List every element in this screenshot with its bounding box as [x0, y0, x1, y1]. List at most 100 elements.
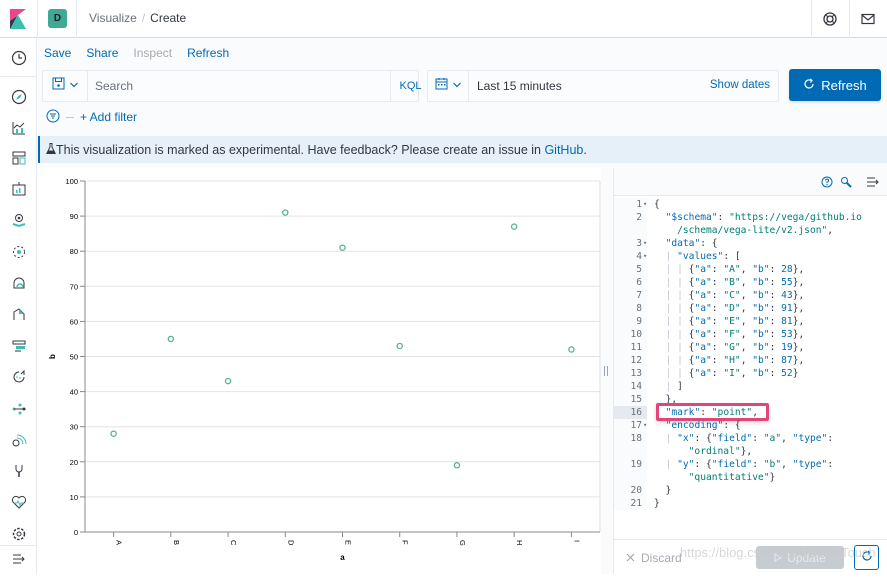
code-line[interactable]: 9 | | {"a": "E", "b": 81}, — [614, 315, 887, 328]
x-tick-label: I — [572, 540, 581, 542]
menu-share[interactable]: Share — [86, 46, 118, 60]
maps-icon[interactable] — [10, 211, 27, 228]
line-number: 14 — [630, 381, 642, 392]
canvas-icon[interactable] — [10, 180, 27, 197]
code-line[interactable]: 2 "$schema": "https://vega/github.io — [614, 211, 887, 224]
saved-query-button[interactable] — [43, 71, 88, 101]
data-point[interactable] — [110, 430, 117, 437]
code-text: "data": { — [665, 238, 718, 249]
fold-toggle-icon[interactable]: ▾ — [643, 250, 647, 263]
management-icon[interactable] — [10, 525, 27, 542]
code-line[interactable]: 10 | | {"a": "F", "b": 53}, — [614, 328, 887, 341]
fold-toggle-icon[interactable]: ▾ — [643, 237, 647, 250]
breadcrumb-visualize[interactable]: Visualize — [89, 11, 137, 25]
code-line[interactable]: 7 | | {"a": "C", "b": 43}, — [614, 289, 887, 302]
y-tick-label: 0 — [74, 528, 78, 537]
panel-resize-handle[interactable] — [604, 366, 608, 376]
code-text: | | {"a": "G", "b": 19}, — [665, 342, 805, 353]
auto-apply-refresh-button[interactable] — [854, 545, 879, 570]
code-text: "quantitative"} — [688, 472, 776, 483]
kql-language-button[interactable]: KQL — [390, 71, 430, 101]
menu-save[interactable]: Save — [44, 46, 71, 60]
collapse-editor-icon[interactable] — [866, 175, 880, 189]
code-line[interactable]: 19 | "y": {"field": "b", "type": — [614, 458, 887, 471]
discover-icon[interactable] — [10, 88, 27, 105]
menu-inspect[interactable]: Inspect — [133, 46, 172, 60]
refresh-icon — [861, 549, 873, 567]
code-line[interactable]: 4 ▾ | "values": [ — [614, 250, 887, 263]
code-text: { — [654, 199, 660, 210]
code-line[interactable]: 3 ▾ "data": { — [614, 237, 887, 250]
data-point[interactable] — [568, 346, 575, 353]
fold-toggle-icon[interactable]: ▾ — [643, 419, 647, 432]
data-point[interactable] — [453, 462, 461, 469]
code-line[interactable]: 1 ▾ { — [614, 198, 887, 211]
data-point[interactable] — [282, 209, 289, 216]
code-line[interactable]: 21} — [614, 497, 887, 510]
show-dates-button[interactable]: Show dates — [710, 79, 770, 91]
logs-icon[interactable] — [10, 305, 27, 322]
ml-icon[interactable] — [10, 243, 27, 260]
code-line[interactable]: 11 | | {"a": "G", "b": 19}, — [614, 341, 887, 354]
date-range-label[interactable]: Last 15 minutes — [477, 79, 562, 93]
editor-footer: Discard Update — [614, 539, 887, 574]
github-link[interactable]: GitHub — [544, 143, 583, 157]
help-icon[interactable] — [820, 175, 834, 189]
code-line[interactable]: 13 | | {"a": "I", "b": 52} — [614, 367, 887, 380]
code-line[interactable]: 12 | | {"a": "H", "b": 87}, — [614, 354, 887, 367]
code-line[interactable]: "quantitative"} — [614, 471, 887, 484]
calendar-icon — [435, 77, 448, 95]
collapse-nav-icon[interactable] — [10, 550, 27, 567]
code-line[interactable]: 17 ▾ "encoding": { — [614, 419, 887, 432]
apm-icon[interactable] — [10, 337, 27, 354]
data-point[interactable] — [510, 223, 518, 230]
graph-icon[interactable] — [10, 400, 27, 417]
recently-viewed-icon[interactable] — [10, 49, 27, 66]
data-point[interactable] — [396, 342, 403, 350]
kibana-logo-icon[interactable] — [8, 9, 28, 29]
code-line[interactable]: 8 | | {"a": "D", "b": 91}, — [614, 302, 887, 315]
divider — [811, 0, 812, 38]
discard-button[interactable]: Discard — [626, 551, 682, 565]
monitoring-icon[interactable] — [10, 493, 27, 510]
data-point[interactable] — [339, 244, 346, 251]
data-point[interactable] — [167, 335, 175, 343]
code-line[interactable]: 5 | | {"a": "A", "b": 28}, — [614, 263, 887, 276]
wrench-icon[interactable] — [839, 175, 853, 189]
add-filter-button[interactable]: + Add filter — [80, 110, 137, 124]
breadcrumb-separator: / — [141, 11, 146, 25]
filter-options-icon[interactable] — [46, 109, 60, 126]
space-avatar[interactable]: D — [48, 9, 67, 28]
quick-menu-button[interactable] — [428, 71, 469, 101]
dashboard-icon[interactable] — [10, 149, 27, 166]
update-button[interactable]: Update — [756, 546, 844, 569]
code-line[interactable]: 20 } — [614, 484, 887, 497]
fold-toggle-icon[interactable]: ▾ — [643, 198, 647, 211]
search-input[interactable] — [95, 71, 375, 101]
code-line[interactable]: 18 | "x": {"field": "a", "type": — [614, 432, 887, 445]
x-tick-label: D — [286, 540, 295, 546]
y-tick-label: 50 — [70, 353, 78, 362]
siem-icon[interactable] — [10, 431, 27, 448]
mail-icon[interactable] — [859, 10, 877, 28]
x-tick-label: B — [172, 540, 181, 545]
infrastructure-icon[interactable] — [10, 274, 27, 291]
code-line[interactable]: "ordinal"}, — [614, 445, 887, 458]
query-bar: KQL — [42, 70, 422, 102]
menu-refresh[interactable]: Refresh — [187, 46, 229, 60]
refresh-button[interactable]: Refresh — [789, 69, 881, 101]
line-number: 17 — [630, 420, 642, 431]
code-line[interactable]: 14 | ] — [614, 380, 887, 393]
line-number: 8 — [636, 303, 642, 314]
play-icon — [774, 551, 783, 565]
help-icon[interactable] — [821, 10, 839, 28]
code-line[interactable]: /schema/vega-lite/v2.json", — [614, 224, 887, 237]
save-disk-icon — [52, 77, 65, 95]
divider — [76, 0, 77, 38]
x-tick-label: F — [401, 540, 410, 545]
uptime-icon[interactable] — [10, 368, 27, 385]
code-line[interactable]: 6 | | {"a": "B", "b": 55}, — [614, 276, 887, 289]
data-point[interactable] — [224, 377, 232, 385]
dev-tools-icon[interactable] — [10, 462, 27, 479]
visualize-icon[interactable] — [10, 119, 27, 136]
